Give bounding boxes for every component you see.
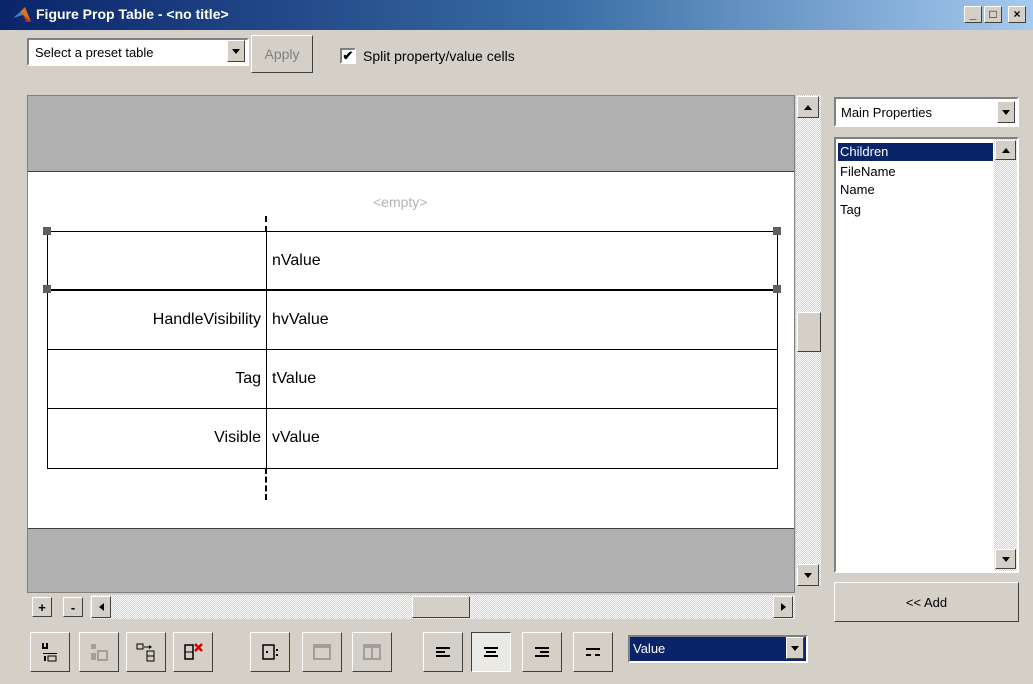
maximize-button[interactable]: □ — [984, 6, 1002, 23]
value-cell[interactable]: tValue — [272, 370, 316, 388]
split-cells-checkbox[interactable]: ✔ — [340, 48, 356, 64]
property-list-item[interactable]: FileName — [838, 163, 993, 181]
property-table[interactable]: nValue HandleVisibility hvValue Tag tVal… — [47, 231, 778, 469]
selection-handle[interactable] — [773, 285, 781, 293]
add-property-button[interactable]: << Add — [834, 582, 1019, 622]
value-cell[interactable]: vValue — [272, 429, 320, 447]
align-right-button[interactable] — [522, 632, 562, 672]
selection-handle[interactable] — [43, 227, 51, 235]
arrow-left-icon — [98, 603, 104, 611]
table-row[interactable]: HandleVisibility hvValue — [48, 291, 777, 350]
align-center-button[interactable] — [471, 632, 511, 672]
property-cell[interactable]: Tag — [48, 370, 261, 388]
insert-row-above-icon — [42, 643, 57, 662]
property-category-value: Main Properties — [841, 105, 933, 120]
insert-row-below-icon — [91, 644, 108, 661]
apply-button[interactable]: Apply — [251, 35, 313, 73]
selection-handle[interactable] — [43, 285, 51, 293]
insert-row-below-button[interactable] — [79, 632, 119, 672]
property-list-item[interactable]: Tag — [838, 201, 993, 219]
table-row[interactable]: Tag tValue — [48, 350, 777, 409]
column-guide-top — [265, 216, 267, 232]
merge-cell-icon — [262, 644, 278, 660]
horizontal-scroll-thumb[interactable] — [412, 596, 470, 618]
remove-row-button[interactable]: - — [63, 597, 83, 617]
cell-frame-icon — [313, 644, 331, 660]
property-category-dropdown[interactable]: Main Properties — [834, 97, 1019, 127]
arrow-right-icon — [780, 603, 786, 611]
align-center-icon — [484, 647, 498, 657]
cell-part-value: Value — [633, 641, 666, 656]
arrow-down-icon — [1001, 556, 1010, 562]
value-cell[interactable]: hvValue — [272, 311, 329, 329]
cell-columns-button[interactable] — [352, 632, 392, 672]
cell-frame-button[interactable] — [302, 632, 342, 672]
list-scroll-down-button[interactable] — [995, 549, 1016, 569]
cell-part-dropdown-arrow[interactable] — [786, 637, 804, 659]
selection-handle[interactable] — [773, 227, 781, 235]
property-list[interactable]: Children FileName Name Tag — [834, 137, 1019, 573]
align-split-button[interactable] — [573, 632, 613, 672]
align-left-button[interactable] — [423, 632, 463, 672]
add-row-button[interactable]: + — [32, 597, 52, 617]
scroll-up-button[interactable] — [797, 96, 819, 118]
value-cell[interactable]: nValue — [272, 252, 321, 270]
arrow-up-icon — [1001, 147, 1010, 153]
property-cell[interactable]: Visible — [48, 429, 261, 447]
chevron-down-icon — [232, 48, 240, 54]
minimize-button[interactable]: _ — [964, 6, 982, 23]
insert-row-above-button[interactable] — [30, 632, 70, 672]
preset-table-placeholder: Select a preset table — [35, 45, 154, 60]
matlab-logo-icon — [12, 6, 32, 24]
footer-margin — [28, 528, 794, 592]
header-margin — [28, 96, 794, 172]
align-split-icon — [586, 648, 600, 656]
arrow-up-icon — [804, 104, 812, 110]
split-cell-button[interactable] — [126, 632, 166, 672]
merge-cell-button[interactable] — [250, 632, 290, 672]
table-row[interactable]: nValue — [48, 232, 777, 291]
property-cell[interactable]: HandleVisibility — [48, 311, 261, 329]
scroll-right-button[interactable] — [773, 596, 793, 618]
cell-part-dropdown[interactable]: Value — [628, 635, 808, 663]
column-guide-bottom — [265, 468, 267, 500]
property-list-scrollbar[interactable] — [994, 139, 1017, 571]
cell-columns-icon — [363, 644, 381, 660]
property-list-item[interactable]: Children — [838, 143, 993, 161]
preset-table-dropdown[interactable]: Select a preset table — [27, 38, 249, 66]
arrow-down-icon — [804, 572, 812, 578]
title-bar: Figure Prop Table - <no title> _ □ × — [0, 0, 1033, 30]
split-cell-icon — [136, 643, 155, 662]
scroll-down-button[interactable] — [797, 564, 819, 586]
property-list-item[interactable]: Name — [838, 181, 993, 199]
scroll-left-button[interactable] — [91, 596, 111, 618]
chevron-down-icon — [791, 645, 799, 651]
window-title: Figure Prop Table - <no title> — [36, 6, 229, 22]
align-right-icon — [535, 647, 549, 657]
table-row[interactable]: Visible vValue — [48, 409, 777, 468]
delete-row-icon — [184, 643, 203, 660]
list-scroll-up-button[interactable] — [995, 140, 1016, 160]
split-cells-label: Split property/value cells — [363, 48, 515, 64]
close-button[interactable]: × — [1008, 6, 1026, 23]
preset-dropdown-arrow[interactable] — [227, 40, 245, 62]
vertical-scroll-thumb[interactable] — [797, 312, 821, 352]
chevron-down-icon — [1002, 109, 1010, 115]
delete-row-button[interactable] — [173, 632, 213, 672]
align-left-icon — [436, 647, 450, 657]
category-dropdown-arrow[interactable] — [997, 101, 1015, 123]
empty-placeholder: <empty> — [373, 194, 428, 210]
table-canvas[interactable]: <empty> nValue HandleVisibility hvValue … — [27, 95, 795, 593]
